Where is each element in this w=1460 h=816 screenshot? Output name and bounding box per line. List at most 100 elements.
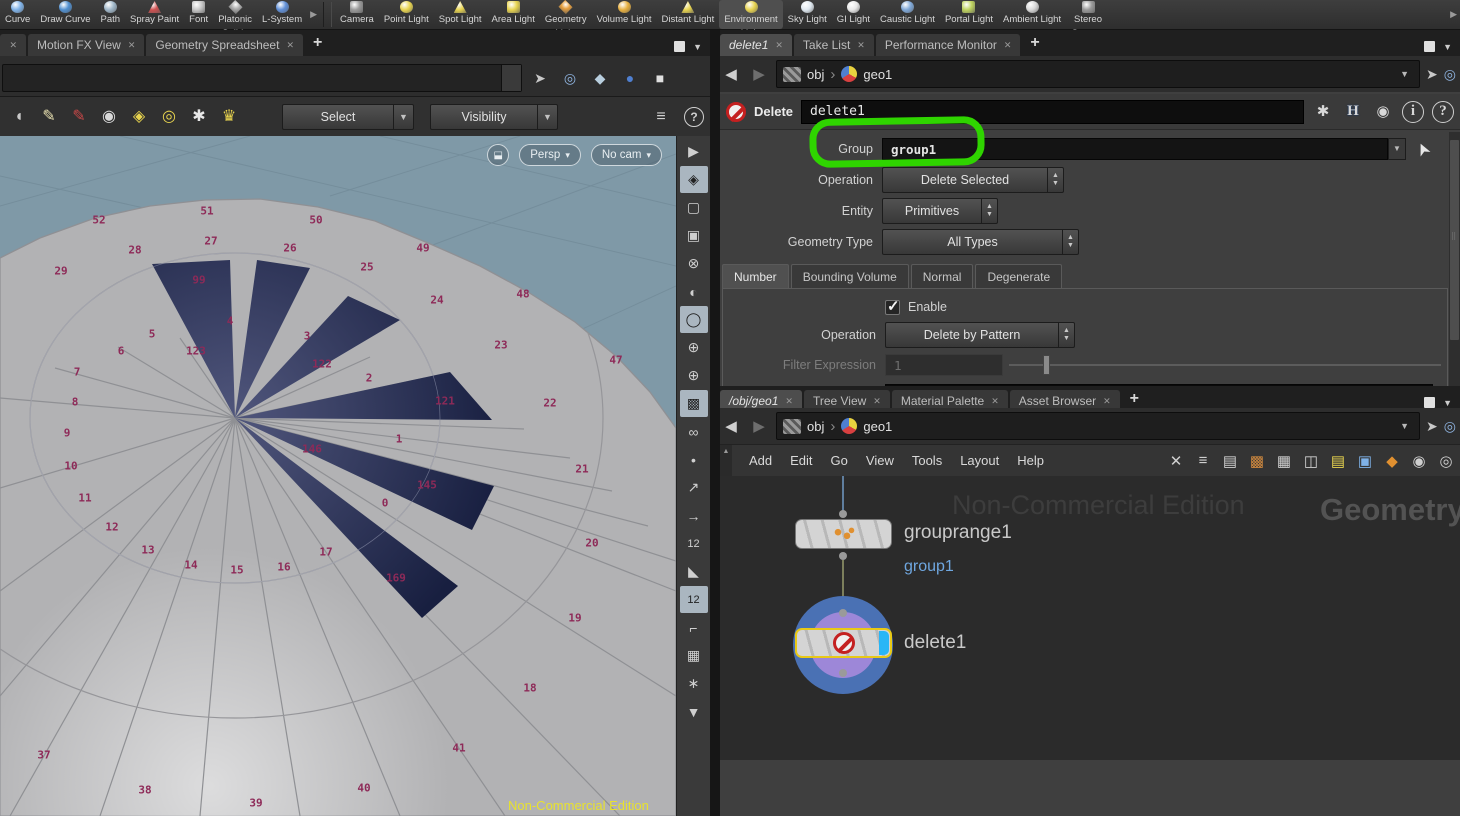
display-points-icon[interactable]: • [680, 446, 708, 473]
forward-icon[interactable]: ▶ [748, 65, 770, 83]
filter-expression-slider[interactable] [1009, 355, 1441, 375]
radial-menu-icon[interactable]: ◎ [558, 66, 582, 90]
shelf-tool-area-light[interactable]: Area Light [487, 0, 540, 29]
display-square-icon[interactable]: ■ [648, 66, 672, 90]
menu-layout[interactable]: Layout [951, 453, 1008, 468]
search-icon[interactable]: ◉ [1372, 101, 1394, 123]
shelf-tool-camera[interactable]: Camera [335, 0, 379, 29]
camera-path-field[interactable] [2, 64, 522, 92]
pane-maximize-icon[interactable] [1424, 397, 1436, 408]
param-tab-number[interactable]: Number [722, 264, 789, 288]
lock-camera-pill[interactable] [487, 144, 510, 166]
strip-scroll-down-icon[interactable]: ▼ [680, 698, 708, 725]
node-input-dot[interactable] [839, 609, 847, 617]
new-tab-button[interactable] [305, 34, 330, 52]
node-label[interactable]: delete1 [904, 632, 966, 654]
node-name-field[interactable]: delete1 [801, 99, 1304, 124]
brush-tool-icon[interactable]: ✎ [66, 104, 92, 130]
display-flag[interactable] [879, 631, 889, 655]
chevron-down-icon[interactable] [501, 65, 521, 91]
shelf-tool-font[interactable]: Font [184, 0, 213, 29]
tools-icon[interactable]: ✕ [1164, 449, 1188, 473]
new-tab-button[interactable] [1122, 390, 1147, 408]
shelf-tool-spray-paint[interactable]: Spray Paint [125, 0, 184, 29]
visibility-dropdown[interactable]: Visibility [430, 103, 558, 130]
back-icon[interactable]: ◀ [720, 65, 742, 83]
tab-geometry-spreadsheet[interactable]: Geometry Spreadsheet [146, 34, 303, 56]
close-icon[interactable] [775, 40, 783, 51]
lock-camera-icon[interactable]: ▣ [680, 222, 708, 249]
select-all-icon[interactable]: ✱ [186, 104, 212, 130]
shelf-tool-portal-light[interactable]: Portal Light [940, 0, 998, 29]
help-icon[interactable]: ? [684, 106, 704, 127]
shelf-more-right-icon[interactable]: ▶ [1447, 9, 1460, 20]
shelf-tool-spot-light[interactable]: Spot Light [434, 0, 487, 29]
select-visible-icon[interactable]: ◎ [156, 104, 182, 130]
select-components-icon[interactable]: ◈ [126, 104, 152, 130]
view-mode-icon[interactable]: ◈ [679, 166, 708, 193]
menu-tools[interactable]: Tools [903, 453, 951, 468]
param-tab-bounding-volume[interactable]: Bounding Volume [790, 264, 909, 288]
spinner-icon[interactable] [1047, 167, 1063, 192]
group-output-label[interactable]: group1 [904, 558, 954, 576]
select-objects-icon[interactable]: ◉ [96, 104, 122, 130]
prim-numbers-icon[interactable]: 12 [679, 586, 708, 613]
close-icon[interactable] [1103, 396, 1111, 407]
node-output-dot[interactable] [839, 552, 847, 560]
eye-icon[interactable]: ◎ [1434, 449, 1458, 473]
pane-expand-icon[interactable]: ▶ [680, 138, 708, 165]
close-icon[interactable] [785, 396, 793, 407]
primitive-shapes-icon[interactable]: ● [618, 66, 642, 90]
spinner-icon[interactable] [1062, 230, 1078, 254]
menu-help[interactable]: Help [1008, 453, 1053, 468]
param-tab-normal[interactable]: Normal [910, 264, 974, 288]
visualizer-icon[interactable]: ∞ [680, 418, 708, 445]
pane-menu-icon[interactable] [1443, 42, 1452, 52]
pane-maximize-icon[interactable] [1424, 41, 1436, 52]
shelf-tool-path[interactable]: Path [96, 0, 126, 29]
radial-menu-icon[interactable]: ◎ [1444, 419, 1460, 433]
display-handles-icon[interactable]: ▦ [680, 642, 708, 669]
shelf-tool-stereo-camera[interactable]: Stereo Camera [1066, 0, 1110, 39]
param-tab-degenerate[interactable]: Degenerate [975, 264, 1063, 288]
pin-icon[interactable]: ➤ [1426, 419, 1438, 433]
find-icon[interactable]: ◉ [1407, 449, 1431, 473]
node-input-dot[interactable] [839, 510, 847, 518]
node-label[interactable]: grouprange1 [904, 522, 1012, 544]
spinner-icon[interactable] [981, 198, 997, 223]
viewport-3d[interactable]: 52 51 50 49 28 27 26 25 29 99 24 48 4 5 3 23 47 6 123 122 2 7… [0, 136, 676, 816]
close-icon[interactable] [873, 396, 881, 407]
add-env-light-icon[interactable]: ⊕ [680, 362, 708, 389]
origin-axis-icon[interactable]: ∗ [680, 670, 708, 697]
headlight-icon[interactable]: ⊗ [680, 250, 708, 277]
shelf-tool-l-system[interactable]: L-System [257, 0, 307, 29]
group-dropdown-icon[interactable]: ▼ [1388, 138, 1406, 160]
enable-checkbox[interactable] [885, 297, 900, 315]
layout-icon[interactable]: ◫ [1299, 449, 1323, 473]
tree-icon[interactable]: ≡ [1191, 449, 1215, 473]
node-output-dot[interactable] [839, 669, 847, 677]
geometry-type-dropdown[interactable]: All Types [882, 229, 1079, 255]
secure-selection-icon[interactable]: ▢ [680, 194, 708, 221]
menu-add[interactable]: Add [740, 453, 781, 468]
shelf-tool-curve[interactable]: Curve [0, 0, 35, 29]
breadcrumb-geo[interactable]: geo1 [863, 67, 892, 82]
prim-normals-icon[interactable]: ◣ [680, 558, 708, 585]
shelf-tool-draw-curve[interactable]: Draw Curve [35, 0, 95, 29]
view-tool-icon[interactable]: ◖ [6, 104, 32, 130]
sticky-note-icon[interactable]: ▤ [1326, 449, 1350, 473]
houdini-badge-icon[interactable]: H [1342, 101, 1364, 123]
delete-node-icon[interactable] [726, 101, 746, 122]
operation2-dropdown[interactable]: Delete by Pattern [885, 322, 1075, 348]
close-icon[interactable] [128, 40, 136, 51]
select-arrow-icon[interactable]: ➤ [1412, 139, 1435, 160]
tab-performance-monitor[interactable]: Performance Monitor [875, 34, 1021, 56]
pin-icon[interactable]: ➤ [1426, 67, 1438, 81]
close-icon[interactable] [9, 40, 17, 51]
close-icon[interactable] [286, 40, 294, 51]
profile-curves-icon[interactable]: ⌐ [680, 614, 708, 641]
point-numbers-icon[interactable]: 12 [680, 530, 708, 557]
gallery-icon[interactable]: ◆ [1380, 449, 1404, 473]
grid-icon[interactable]: ▦ [1272, 449, 1296, 473]
handles-tool-icon[interactable]: ✎ [36, 104, 62, 130]
